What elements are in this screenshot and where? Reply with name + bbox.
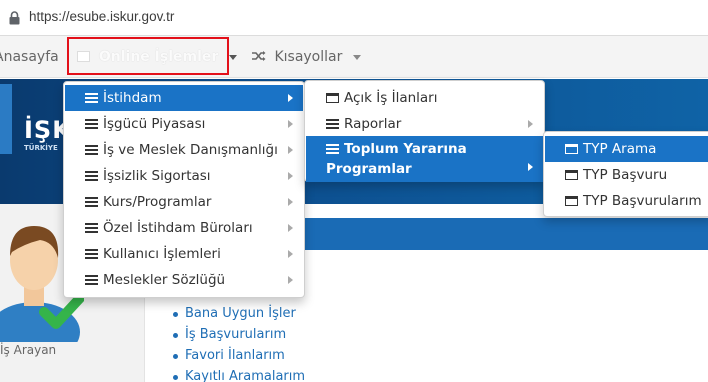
menu-item-label: Kurs/Programlar (103, 194, 212, 210)
logo-subtext: TÜRKİYE (24, 144, 58, 152)
list-icon (85, 145, 98, 155)
link-favori-ilanlarim[interactable]: Favori İlanlarım (170, 345, 305, 366)
menu-item-is-ve-meslek[interactable]: İş ve Meslek Danışmanlığı (65, 137, 303, 163)
menu-item-isgucu-piyasasi[interactable]: İşgücü Piyasası (65, 111, 303, 137)
window-icon (77, 51, 90, 62)
nav-shortcuts-label: Kısayollar (274, 49, 343, 65)
chevron-right-icon (288, 250, 293, 258)
typ-submenu: TYP Arama TYP Başvuru TYP Başvurularım (543, 131, 708, 217)
menu-item-label: Raporlar (344, 116, 402, 132)
menu-item-raporlar[interactable]: Raporlar (306, 111, 543, 137)
nav-home-label: Anasayfa (0, 49, 59, 65)
menu-item-label: İş ve Meslek Danışmanlığı (103, 142, 278, 158)
url-text[interactable]: https://esube.iskur.gov.tr (29, 9, 174, 24)
menu-item-label-line2: Programlar (326, 161, 412, 177)
table-icon (326, 93, 339, 103)
menu-item-label: Meslekler Sözlüğü (103, 272, 226, 288)
menu-item-label-line1: Toplum Yararına (344, 141, 467, 157)
list-icon (85, 249, 98, 259)
list-icon (85, 275, 98, 285)
list-icon (85, 119, 98, 129)
menu-item-label: TYP Başvurularım (583, 193, 702, 209)
table-icon (565, 196, 578, 206)
menu-item-toplum-yararina-programlar[interactable]: Toplum Yararına Programlar (306, 136, 543, 182)
menu-item-ozel-istihdam[interactable]: Özel İstihdam Büroları (65, 215, 303, 241)
menu-item-typ-basvurularim[interactable]: TYP Başvurularım (545, 188, 708, 214)
menu-item-label: TYP Arama (583, 141, 657, 157)
chevron-right-icon (288, 94, 293, 102)
link-is-basvurularim[interactable]: İş Başvurularım (170, 324, 305, 345)
online-islemler-menu: İstihdam İşgücü Piyasası İş ve Meslek Da… (63, 81, 305, 298)
chevron-right-icon (288, 146, 293, 154)
link-kayitli-aramalarim[interactable]: Kayıtlı Aramalarım (170, 366, 305, 382)
menu-item-meslekler-sozlugu[interactable]: Meslekler Sözlüğü (65, 267, 303, 293)
main-navbar: Anasayfa Online İşlemler Kısayollar (0, 36, 708, 78)
nav-online-islemler-button[interactable]: Online İşlemler (67, 37, 238, 75)
list-icon (85, 93, 98, 103)
menu-item-label: Açık İş İlanları (344, 90, 438, 106)
link-bana-uygun-isler[interactable]: Bana Uygun İşler (170, 303, 305, 324)
list-icon (85, 223, 98, 233)
menu-item-label: İşgücü Piyasası (103, 116, 206, 132)
chevron-right-icon (288, 276, 293, 284)
list-icon (326, 144, 339, 154)
menu-item-istihdam[interactable]: İstihdam (65, 85, 303, 111)
chevron-right-icon (528, 120, 533, 128)
quick-links-list: Bana Uygun İşler İş Başvurularım Favori … (170, 303, 305, 382)
logo-mark (0, 84, 12, 154)
nav-shortcuts-button[interactable]: Kısayollar (252, 36, 361, 78)
chevron-right-icon (288, 198, 293, 206)
menu-item-label: Kullanıcı İşlemleri (103, 246, 221, 262)
menu-item-kurs-programlar[interactable]: Kurs/Programlar (65, 189, 303, 215)
list-icon (326, 119, 339, 129)
caret-down-icon (352, 54, 361, 60)
avatar-label: İş Arayan (0, 343, 57, 357)
lock-icon (9, 11, 20, 25)
list-icon (85, 197, 98, 207)
table-icon (565, 170, 578, 180)
istihdam-submenu: Açık İş İlanları Raporlar Toplum Yararın… (304, 80, 545, 182)
address-bar[interactable]: https://esube.iskur.gov.tr (0, 0, 708, 36)
chevron-right-icon (288, 172, 293, 180)
menu-item-label: TYP Başvuru (583, 167, 668, 183)
menu-item-label: Özel İstihdam Büroları (103, 220, 253, 236)
caret-down-icon (229, 54, 238, 60)
chevron-right-icon (528, 163, 533, 171)
menu-item-issizlik-sigortasi[interactable]: İşsizlik Sigortası (65, 163, 303, 189)
menu-item-typ-basvuru[interactable]: TYP Başvuru (545, 162, 708, 188)
nav-home-link[interactable]: Anasayfa (0, 36, 59, 78)
menu-item-label: İstihdam (103, 90, 162, 106)
menu-item-kullanici-islemleri[interactable]: Kullanıcı İşlemleri (65, 241, 303, 267)
menu-item-label: İşsizlik Sigortası (103, 168, 211, 184)
menu-item-typ-arama[interactable]: TYP Arama (545, 136, 708, 162)
chevron-right-icon (288, 224, 293, 232)
table-icon (565, 144, 578, 154)
shuffle-icon (252, 51, 266, 61)
list-icon (85, 171, 98, 181)
chevron-right-icon (288, 120, 293, 128)
nav-online-label: Online İşlemler (98, 49, 219, 65)
menu-item-acik-is-ilanlari[interactable]: Açık İş İlanları (306, 85, 543, 111)
